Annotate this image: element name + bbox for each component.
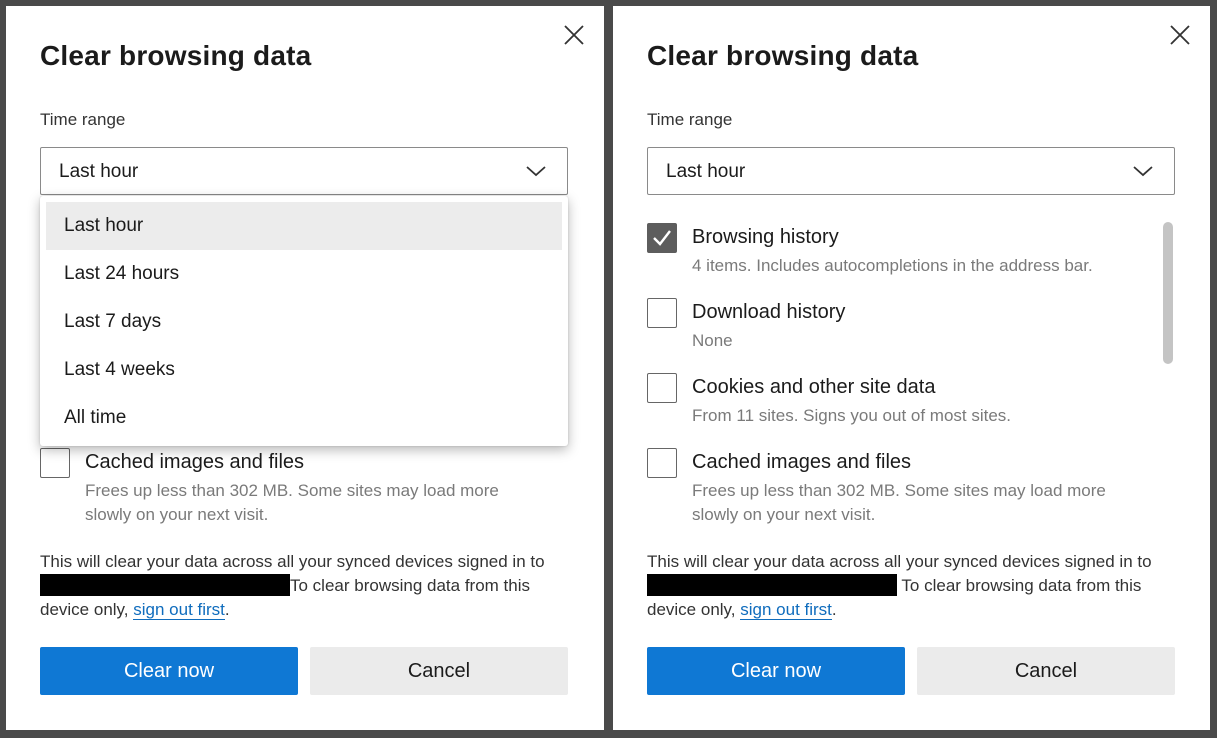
clear-data-dialog-dropdown-open: Clear browsing data Time range Last hour… [6, 6, 604, 730]
time-range-select[interactable]: Last hour [647, 147, 1175, 195]
range-option-last-7-days[interactable]: Last 7 days [46, 298, 562, 346]
sign-out-link[interactable]: sign out first [740, 600, 832, 620]
redacted-account [40, 574, 290, 596]
cookies-label: Cookies and other site data [692, 376, 936, 398]
cached-images-label: Cached images and files [85, 451, 305, 473]
sign-out-link[interactable]: sign out first [133, 600, 225, 620]
download-history-desc: None [692, 331, 733, 350]
time-range-value: Last hour [666, 161, 746, 182]
dialog-title: Clear browsing data [40, 40, 312, 71]
download-history-label: Download history [692, 301, 846, 323]
range-option-all-time[interactable]: All time [46, 394, 562, 442]
sync-text-end: . [224, 600, 230, 619]
browsing-history-desc: 4 items. Includes autocompletions in the… [692, 256, 1093, 275]
cookies-checkbox[interactable] [647, 373, 677, 403]
time-range-label: Time range [647, 110, 733, 129]
range-option-last-hour[interactable]: Last hour [46, 202, 562, 250]
sync-text-end: . [831, 600, 837, 619]
browsing-history-checkbox[interactable] [647, 223, 677, 253]
sync-notice: This will clear your data across all you… [40, 550, 580, 622]
chevron-down-icon [525, 163, 547, 179]
cached-images-label: Cached images and files [692, 451, 912, 473]
clear-now-button[interactable]: Clear now [40, 647, 298, 695]
clear-data-dialog-list: Clear browsing data Time range Last hour… [613, 6, 1210, 730]
close-icon[interactable] [1167, 22, 1193, 48]
clear-now-button[interactable]: Clear now [647, 647, 905, 695]
chevron-down-icon [1132, 163, 1154, 179]
time-range-label: Time range [40, 110, 126, 129]
dialog-title: Clear browsing data [647, 40, 919, 71]
cached-images-checkbox[interactable] [40, 448, 70, 478]
cancel-button[interactable]: Cancel [310, 647, 568, 695]
sync-text-a: This will clear your data across all you… [40, 552, 545, 571]
cached-images-desc: Frees up less than 302 MB. Some sites ma… [692, 481, 1106, 524]
time-range-dropdown: Last hour Last 24 hours Last 7 days Last… [40, 196, 568, 446]
cached-images-desc: Frees up less than 302 MB. Some sites ma… [85, 481, 499, 524]
time-range-value: Last hour [59, 161, 139, 182]
range-option-last-24-hours[interactable]: Last 24 hours [46, 250, 562, 298]
cookies-desc: From 11 sites. Signs you out of most sit… [692, 406, 1012, 425]
time-range-select[interactable]: Last hour [40, 147, 568, 195]
cached-images-checkbox[interactable] [647, 448, 677, 478]
browsing-history-label: Browsing history [692, 226, 839, 248]
range-option-last-4-weeks[interactable]: Last 4 weeks [46, 346, 562, 394]
cancel-button[interactable]: Cancel [917, 647, 1175, 695]
sync-text-a: This will clear your data across all you… [647, 552, 1152, 571]
close-icon[interactable] [561, 22, 587, 48]
sync-notice: This will clear your data across all you… [647, 550, 1187, 622]
checkmark-icon [653, 230, 671, 246]
list-scrollbar[interactable] [1163, 222, 1173, 364]
redacted-account [647, 574, 897, 596]
download-history-checkbox[interactable] [647, 298, 677, 328]
